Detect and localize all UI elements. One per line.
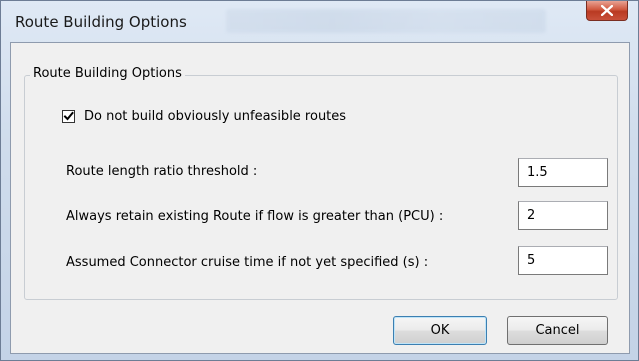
route-length-ratio-input[interactable] [518, 158, 608, 187]
connector-cruise-time-input[interactable] [518, 246, 608, 275]
retain-route-flow-input[interactable] [518, 201, 608, 230]
retain-route-flow-label: Always retain existing Route if flow is … [66, 209, 444, 224]
close-button[interactable] [586, 1, 628, 21]
unfeasible-routes-label: Do not build obviously unfeasible routes [84, 109, 347, 124]
ok-button[interactable]: OK [393, 316, 487, 345]
route-length-ratio-label: Route length ratio threshold : [66, 164, 258, 179]
unfeasible-routes-checkbox[interactable] [62, 110, 75, 123]
connector-cruise-time-label: Assumed Connector cruise time if not yet… [66, 255, 429, 270]
close-icon [601, 5, 613, 16]
dialog-window: Route Building Options Route Building Op… [0, 0, 639, 361]
title-bar[interactable]: Route Building Options [1, 1, 638, 43]
unfeasible-routes-option[interactable]: Do not build obviously unfeasible routes [62, 109, 346, 124]
background-ghost [226, 9, 546, 33]
cancel-button[interactable]: Cancel [507, 316, 608, 345]
window-title: Route Building Options [15, 13, 187, 31]
groupbox-legend: Route Building Options [30, 66, 185, 81]
checkmark-icon [63, 111, 74, 121]
